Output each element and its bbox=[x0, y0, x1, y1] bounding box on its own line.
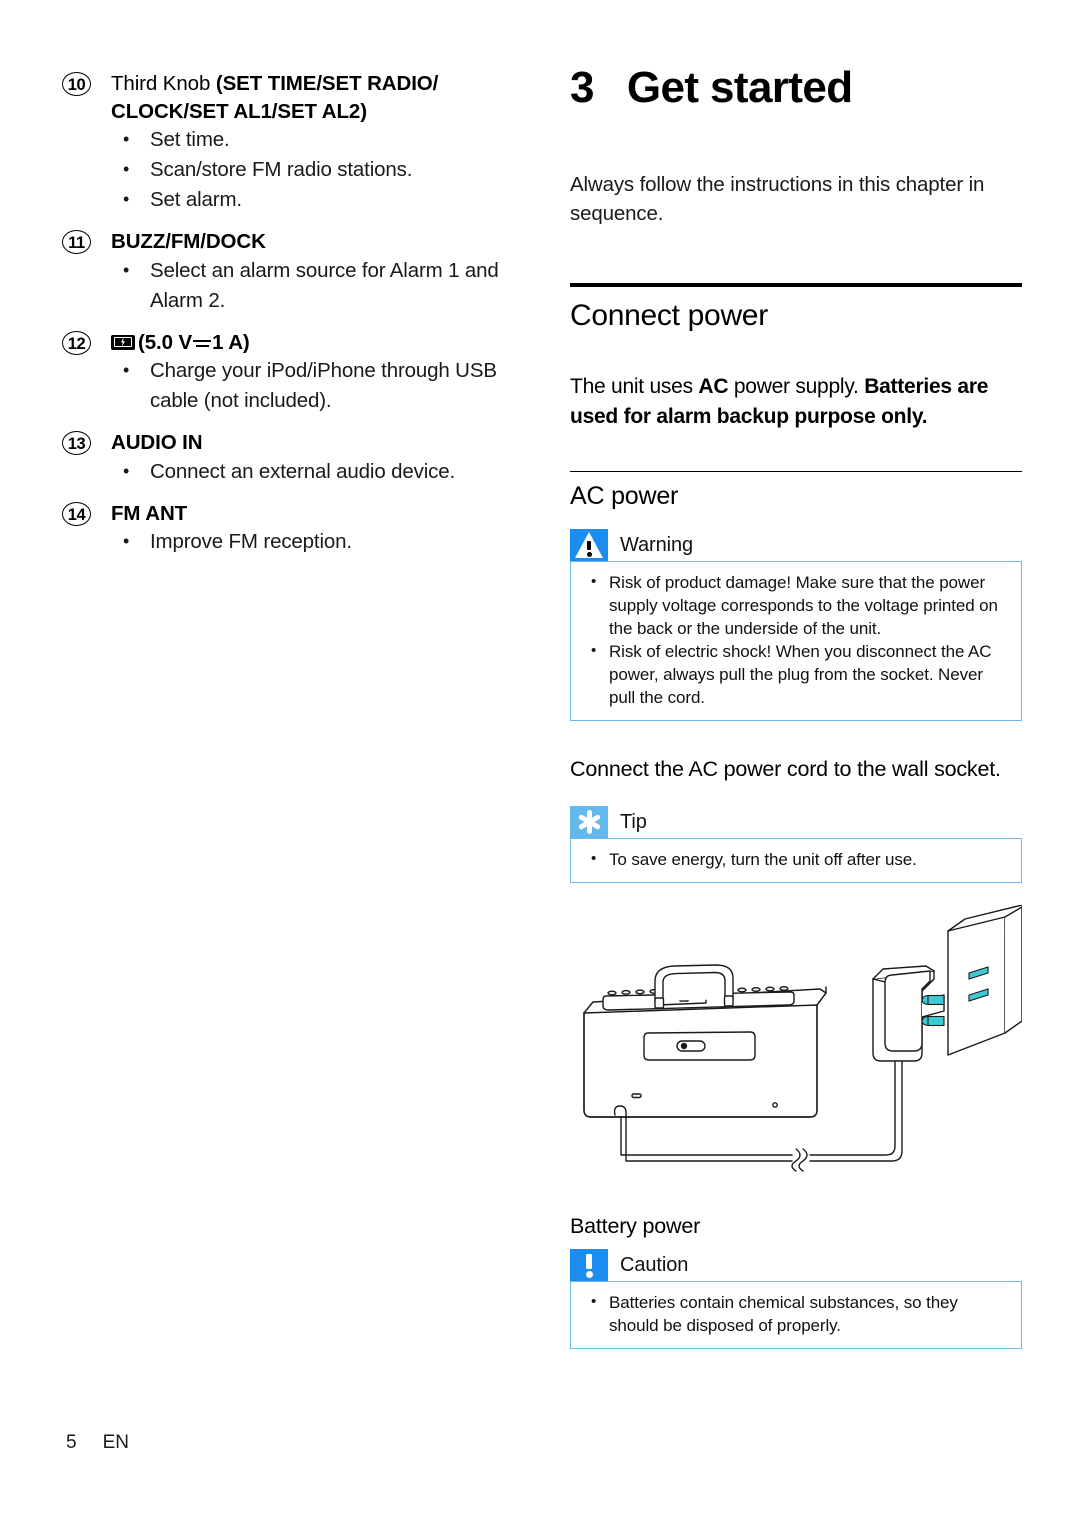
item-title-regular: Third Knob bbox=[111, 72, 216, 95]
item-title-suffix: 1 A) bbox=[212, 330, 250, 354]
left-column: 10 Third Knob (SET TIME/SET RADIO/ CLOCK… bbox=[62, 70, 532, 559]
dc-voltage-icon bbox=[192, 335, 212, 350]
tip-note-title: Tip bbox=[620, 811, 647, 833]
intro-part-1: The unit uses bbox=[570, 375, 699, 398]
exclamation-bar bbox=[587, 541, 591, 550]
instruction-text: Connect the AC power cord to the wall so… bbox=[570, 757, 1001, 781]
right-column: 3 Get started Always follow the instructi… bbox=[570, 62, 1022, 1349]
item-number-badge: 10 bbox=[62, 72, 91, 96]
item-number-badge: 14 bbox=[62, 501, 91, 526]
list-item: Charge your iPod/iPhone through USB cabl… bbox=[111, 355, 532, 416]
item-title: Third Knob (SET TIME/SET RADIO/ CLOCK/SE… bbox=[111, 70, 532, 125]
tip-note-header: Tip bbox=[570, 806, 1022, 838]
exclamation-dot bbox=[585, 1271, 593, 1278]
warning-note-box: Warning Risk of product damage! Make sur… bbox=[570, 529, 1022, 721]
list-item: Scan/store FM radio stations. bbox=[111, 154, 532, 185]
tip-bullet-list: To save energy, turn the unit off after … bbox=[585, 847, 1007, 871]
exclamation-dot bbox=[586, 552, 592, 557]
item-bullet-list: Set time. Scan/store FM radio stations. … bbox=[111, 124, 532, 215]
warning-note-header: Warning bbox=[570, 529, 1022, 561]
list-item: Improve FM reception. bbox=[111, 526, 532, 557]
list-item: To save energy, turn the unit off after … bbox=[585, 847, 1007, 871]
section-intro-text: The unit uses AC power supply. Batteries… bbox=[570, 372, 1022, 432]
item-title: (5.0 V 1 A) bbox=[111, 329, 532, 357]
list-item: Batteries contain chemical substances, s… bbox=[585, 1290, 1007, 1337]
warning-note-title: Warning bbox=[620, 534, 694, 556]
section-heading-connect-power: Connect power bbox=[570, 299, 768, 332]
caution-note-header: Caution bbox=[570, 1249, 1022, 1281]
caution-note-title: Caution bbox=[620, 1254, 689, 1276]
list-item: Select an alarm source for Alarm 1 and A… bbox=[111, 255, 532, 316]
numbered-item-11: 11 BUZZ/FM/DOCK Select an alarm source f… bbox=[62, 228, 532, 316]
list-item: Risk of electric shock! When you disconn… bbox=[585, 639, 1007, 709]
item-title: FM ANT bbox=[111, 501, 188, 525]
warning-note-body: Risk of product damage! Make sure that t… bbox=[570, 561, 1022, 721]
tip-star-icon bbox=[570, 806, 608, 838]
caution-bullet-list: Batteries contain chemical substances, s… bbox=[585, 1290, 1007, 1337]
page-title: 3 Get started bbox=[570, 62, 1022, 114]
manual-page: 10 Third Knob (SET TIME/SET RADIO/ CLOCK… bbox=[0, 0, 1080, 1527]
list-item: Set alarm. bbox=[111, 184, 532, 215]
item-title: AUDIO IN bbox=[111, 431, 203, 454]
list-item: Set time. bbox=[111, 124, 532, 155]
exclamation-bar bbox=[586, 1254, 592, 1269]
intro-ac-bold: AC bbox=[698, 375, 729, 398]
item-bullet-list: Select an alarm source for Alarm 1 and A… bbox=[111, 255, 532, 316]
caution-exclamation-icon bbox=[570, 1249, 608, 1281]
list-item: Connect an external audio device. bbox=[111, 456, 532, 487]
chapter-number: 3 bbox=[570, 63, 594, 112]
numbered-item-12: 12 (5.0 V 1 A) Charge your iPod/iPhone th… bbox=[62, 329, 532, 417]
caution-note-body: Batteries contain chemical substances, s… bbox=[570, 1281, 1022, 1349]
caution-note-box: Caution Batteries contain chemical subst… bbox=[570, 1249, 1022, 1349]
intro-part-2: power supply. bbox=[728, 375, 865, 398]
speaker-dock-ac-adapter-wall-socket-diagram bbox=[583, 905, 1022, 1172]
illustration-container bbox=[570, 905, 1022, 1205]
chapter-title: Get started bbox=[626, 63, 853, 112]
tip-note-body: To save energy, turn the unit off after … bbox=[570, 838, 1022, 883]
warning-bullet-list: Risk of product damage! Make sure that t… bbox=[585, 570, 1007, 709]
item-title-prefix: (5.0 V bbox=[138, 330, 193, 354]
numbered-item-14: 14 FM ANT Improve FM reception. bbox=[62, 500, 532, 558]
subsection-heading-ac-power: AC power bbox=[570, 482, 679, 510]
subsection-rule-thin bbox=[570, 471, 1022, 472]
item-bullet-list: Charge your iPod/iPhone through USB cabl… bbox=[111, 355, 532, 416]
item-number-badge: 12 bbox=[62, 330, 91, 355]
item-bullet-list: Improve FM reception. bbox=[111, 526, 532, 557]
page-footer: 5 EN bbox=[66, 1432, 129, 1454]
item-number-badge: 13 bbox=[62, 431, 91, 455]
subsection-heading-battery-power: Battery power bbox=[570, 1214, 701, 1238]
section-rule-thick bbox=[570, 283, 1022, 287]
item-number-badge: 11 bbox=[62, 230, 91, 254]
language-code: EN bbox=[102, 1432, 129, 1453]
warning-triangle-icon bbox=[570, 529, 608, 561]
usb-charge-icon bbox=[111, 334, 135, 350]
list-item: Risk of product damage! Make sure that t… bbox=[585, 570, 1007, 640]
numbered-item-10: 10 Third Knob (SET TIME/SET RADIO/ CLOCK… bbox=[62, 70, 532, 215]
item-title: BUZZ/FM/DOCK bbox=[111, 230, 266, 253]
chapter-intro-text: Always follow the instructions in this c… bbox=[570, 173, 985, 225]
item-bullet-list: Connect an external audio device. bbox=[111, 456, 532, 487]
tip-note-box: Tip To save energy, turn the unit off af… bbox=[570, 806, 1022, 883]
numbered-item-13: 13 AUDIO IN Connect an external audio de… bbox=[62, 429, 532, 487]
page-number: 5 bbox=[66, 1432, 77, 1453]
